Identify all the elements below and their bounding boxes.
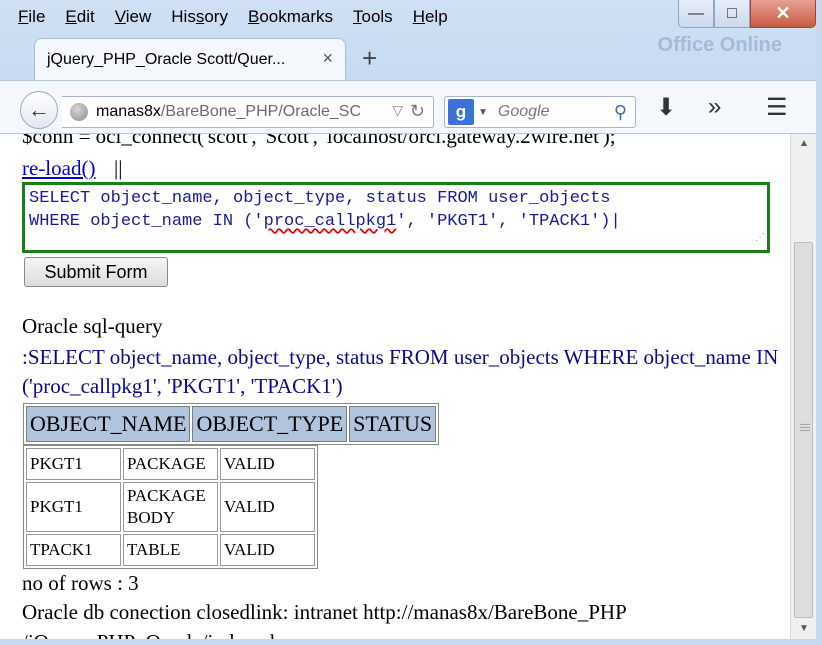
resize-grip-icon[interactable]: ⋰ — [755, 227, 765, 250]
menu-history[interactable]: Hissory — [171, 7, 228, 27]
sql-line-1: SELECT object_name, object_type, status … — [29, 189, 611, 208]
cell-status: VALID — [220, 448, 315, 480]
code-echo-line: $conn = oci_connect('scott', 'Scott', 'l… — [22, 134, 616, 148]
scroll-up-arrow-icon[interactable]: ▲ — [791, 134, 817, 154]
browser-chrome: Office Online File Edit View Hissory Boo… — [0, 0, 822, 134]
menu-tools[interactable]: Tools — [353, 7, 393, 27]
cut-off-line: /jQuery_PHP_Oracle/index.php — [22, 630, 291, 639]
cell-object-type: PACKAGE BODY — [123, 482, 218, 532]
search-icon[interactable]: ⚲ — [614, 102, 627, 123]
minimize-button[interactable]: — — [678, 0, 714, 28]
table-row: PKGT1 PACKAGE BODY VALID — [26, 482, 315, 532]
sql-query-textarea[interactable]: SELECT object_name, object_type, status … — [22, 182, 770, 253]
menu-bar: File Edit View Hissory Bookmarks Tools H… — [0, 0, 460, 34]
header-status: STATUS — [349, 406, 437, 442]
url-path: /BareBone_PHP/Oracle_SC — [160, 103, 361, 120]
menu-help[interactable]: Help — [413, 7, 448, 27]
table-row: PKGT1 PACKAGE VALID — [26, 448, 315, 480]
reload-separator: || — [114, 156, 123, 180]
scrollbar-grip-icon: ― ― ― — [800, 419, 810, 436]
cell-object-name: PKGT1 — [26, 448, 121, 480]
header-object-type: OBJECT_TYPE — [192, 406, 348, 442]
url-bar[interactable]: manas8x /BareBone_PHP/Oracle_SC ▽ ↻ — [62, 96, 434, 128]
menu-view[interactable]: View — [115, 7, 152, 27]
window-frame-bottom — [0, 639, 822, 645]
submit-form-button[interactable]: Submit Form — [24, 257, 168, 287]
back-arrow-icon: ← — [28, 97, 50, 122]
navigation-toolbar: manas8x /BareBone_PHP/Oracle_SC ▽ ↻ ← g … — [0, 80, 822, 134]
google-icon[interactable]: g — [448, 99, 474, 125]
cell-status: VALID — [220, 482, 315, 532]
vertical-scrollbar[interactable]: ▲ ― ― ― ▼ — [790, 134, 816, 639]
globe-icon — [70, 103, 88, 121]
url-dropdown-icon[interactable]: ▽ — [392, 102, 403, 119]
overflow-chevron-icon[interactable]: » — [708, 93, 721, 121]
maximize-button[interactable]: □ — [714, 0, 750, 28]
scroll-down-arrow-icon[interactable]: ▼ — [791, 619, 817, 639]
window-controls: — □ ✕ — [678, 0, 816, 28]
cell-object-type: PACKAGE — [123, 448, 218, 480]
search-input[interactable]: Google — [498, 103, 550, 121]
tab-active[interactable]: jQuery_PHP_Oracle Scott/Quer... × — [34, 38, 346, 80]
spellcheck-word: proc_callpkg1 — [263, 212, 397, 231]
tab-close-icon[interactable]: × — [322, 48, 333, 69]
url-host: manas8x — [96, 103, 161, 120]
scrollbar-thumb[interactable]: ― ― ― — [794, 242, 813, 618]
search-engine-dropdown-icon[interactable]: ▼ — [478, 107, 488, 118]
background-watermark: Office Online — [657, 34, 782, 56]
connection-closed-text: Oracle db conection closedlink: intranet… — [22, 600, 627, 624]
close-window-button[interactable]: ✕ — [750, 0, 816, 28]
result-header-table: OBJECT_NAME OBJECT_TYPE STATUS — [23, 403, 440, 445]
query-echo: :SELECT object_name, object_type, status… — [22, 345, 779, 398]
reload-icon[interactable]: ↻ — [410, 101, 425, 122]
new-tab-button[interactable]: + — [362, 44, 377, 72]
row-count: no of rows : 3 — [22, 571, 139, 595]
menu-bookmarks[interactable]: Bookmarks — [248, 7, 333, 27]
back-button[interactable]: ← — [20, 91, 58, 129]
cell-object-name: TPACK1 — [26, 534, 121, 566]
window-frame-right — [816, 0, 822, 645]
result-data-table: PKGT1 PACKAGE VALID PKGT1 PACKAGE BODY V… — [23, 445, 318, 569]
cell-status: VALID — [220, 534, 315, 566]
menu-file[interactable]: File — [18, 7, 45, 27]
tab-title: jQuery_PHP_Oracle Scott/Quer... — [47, 50, 286, 68]
header-object-name: OBJECT_NAME — [26, 406, 191, 442]
search-bar[interactable]: g ▼ Google ⚲ — [444, 96, 636, 128]
table-row: TPACK1 TABLE VALID — [26, 534, 315, 566]
page-content: $conn = oci_connect('scott', 'Scott', 'l… — [0, 134, 790, 639]
cell-object-name: PKGT1 — [26, 482, 121, 532]
oracle-heading: Oracle sql-query — [22, 314, 163, 338]
download-icon[interactable]: ⬇ — [656, 93, 676, 122]
reload-link[interactable]: re-load() — [22, 156, 95, 181]
sql-line-2: WHERE object_name IN ('proc_callpkg1', '… — [29, 212, 621, 231]
cell-object-type: TABLE — [123, 534, 218, 566]
hamburger-menu-icon[interactable]: ☰ — [766, 93, 788, 122]
menu-edit[interactable]: Edit — [65, 7, 94, 27]
